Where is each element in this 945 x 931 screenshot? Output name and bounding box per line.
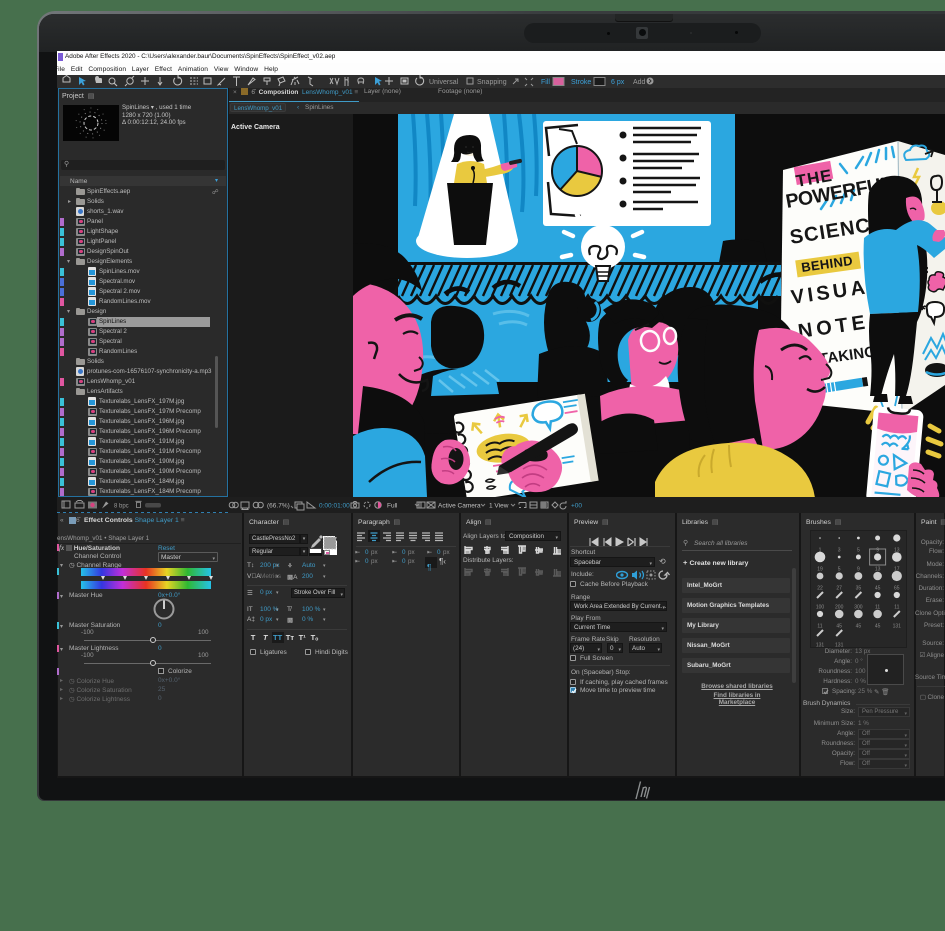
svg-text:45: 45 [836, 624, 842, 630]
svg-text:22: 22 [817, 586, 823, 592]
svg-text:1 View: 1 View [489, 503, 509, 510]
svg-text:+00: +00 [571, 503, 582, 510]
svg-text:200: 200 [835, 605, 844, 611]
svg-text:131: 131 [893, 624, 902, 630]
svg-text:100: 100 [816, 605, 825, 611]
svg-text:19: 19 [817, 567, 823, 573]
svg-text:45: 45 [875, 624, 881, 630]
svg-text:Fill: Fill [541, 79, 550, 86]
svg-text:(66.7%): (66.7%) [267, 503, 290, 510]
svg-text:5: 5 [838, 567, 841, 573]
svg-text:27: 27 [836, 586, 842, 592]
svg-text:Full: Full [387, 503, 398, 510]
svg-text:11: 11 [875, 605, 880, 611]
svg-text:11: 11 [817, 624, 822, 630]
svg-text:Active Camera: Active Camera [438, 503, 481, 510]
svg-text:Stroke: Stroke [571, 79, 591, 86]
svg-text:Snapping: Snapping [477, 79, 507, 86]
svg-text:8 bpc: 8 bpc [114, 504, 129, 510]
svg-text:Add: Add [633, 79, 646, 86]
svg-text:35: 35 [856, 586, 862, 592]
svg-text:9: 9 [876, 548, 879, 554]
svg-text:300: 300 [854, 605, 863, 611]
svg-text:13: 13 [875, 567, 881, 573]
svg-text:0:00:01:00: 0:00:01:00 [319, 503, 350, 510]
svg-text:45: 45 [856, 624, 862, 630]
svg-text:11: 11 [894, 605, 899, 611]
svg-text:5: 5 [857, 548, 860, 554]
svg-text:9: 9 [857, 567, 860, 573]
svg-text:65: 65 [894, 586, 900, 592]
svg-text:45: 45 [875, 586, 881, 592]
svg-text:3: 3 [838, 548, 841, 554]
svg-text:Universal: Universal [429, 79, 459, 86]
svg-text:6 px: 6 px [611, 79, 625, 86]
